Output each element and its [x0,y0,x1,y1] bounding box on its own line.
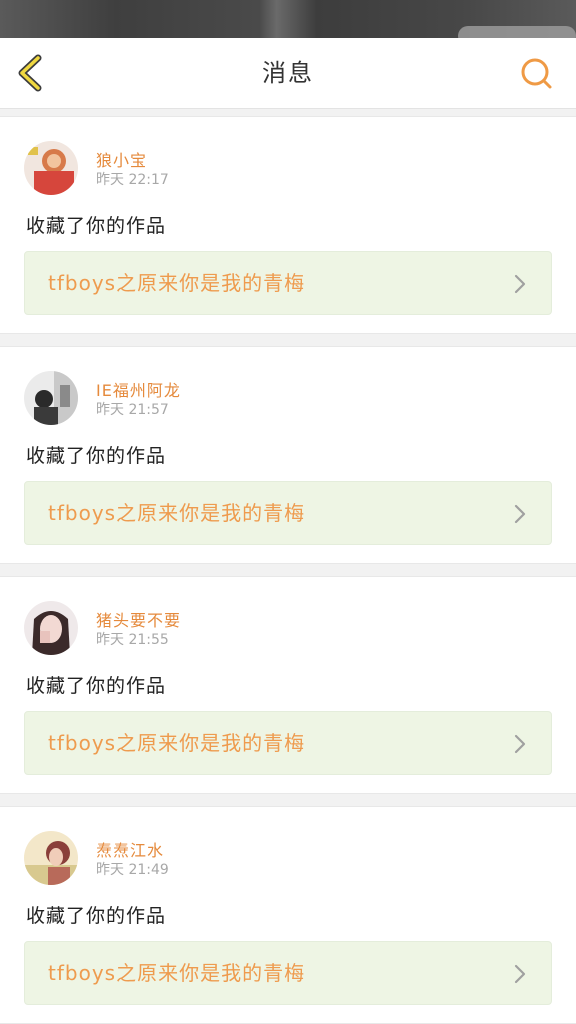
work-link[interactable]: tfboys之原来你是我的青梅 [24,711,552,775]
work-title: tfboys之原来你是我的青梅 [48,501,306,525]
nav-bar: 消息 [0,38,576,109]
chevron-right-icon [514,274,526,294]
work-link[interactable]: tfboys之原来你是我的青梅 [24,251,552,315]
work-link[interactable]: tfboys之原来你是我的青梅 [24,481,552,545]
timestamp: 昨天 22:17 [96,172,169,188]
work-title: tfboys之原来你是我的青梅 [48,731,306,755]
timestamp: 昨天 21:55 [96,632,169,648]
avatar[interactable] [24,601,78,655]
message-card: IE福州阿龙 昨天 21:57 收藏了你的作品 tfboys之原来你是我的青梅 [0,346,576,564]
message-text: 收藏了你的作品 [26,215,167,237]
work-title: tfboys之原来你是我的青梅 [48,271,306,295]
username[interactable]: 猪头要不要 [96,607,181,631]
avatar[interactable] [24,141,78,195]
back-button[interactable] [12,52,52,94]
message-text: 收藏了你的作品 [26,445,167,467]
username[interactable]: IE福州阿龙 [96,377,181,401]
chevron-left-icon [18,54,42,92]
search-button[interactable] [516,54,556,94]
chevron-right-icon [514,504,526,524]
message-card: 猪头要不要 昨天 21:55 收藏了你的作品 tfboys之原来你是我的青梅 [0,576,576,794]
chevron-right-icon [514,964,526,984]
message-text: 收藏了你的作品 [26,905,167,927]
chevron-right-icon [514,734,526,754]
message-card: 狼小宝 昨天 22:17 收藏了你的作品 tfboys之原来你是我的青梅 [0,116,576,334]
message-text: 收藏了你的作品 [26,675,167,697]
username[interactable]: 狼小宝 [96,147,147,171]
username[interactable]: 焘焘江水 [96,837,164,861]
work-title: tfboys之原来你是我的青梅 [48,961,306,985]
timestamp: 昨天 21:49 [96,862,169,878]
timestamp: 昨天 21:57 [96,402,169,418]
message-card: 焘焘江水 昨天 21:49 收藏了你的作品 tfboys之原来你是我的青梅 [0,806,576,1024]
avatar[interactable] [24,831,78,885]
status-bar [0,0,576,46]
avatar[interactable] [24,371,78,425]
search-icon [521,58,552,89]
work-link[interactable]: tfboys之原来你是我的青梅 [24,941,552,1005]
page-title: 消息 [262,59,314,87]
